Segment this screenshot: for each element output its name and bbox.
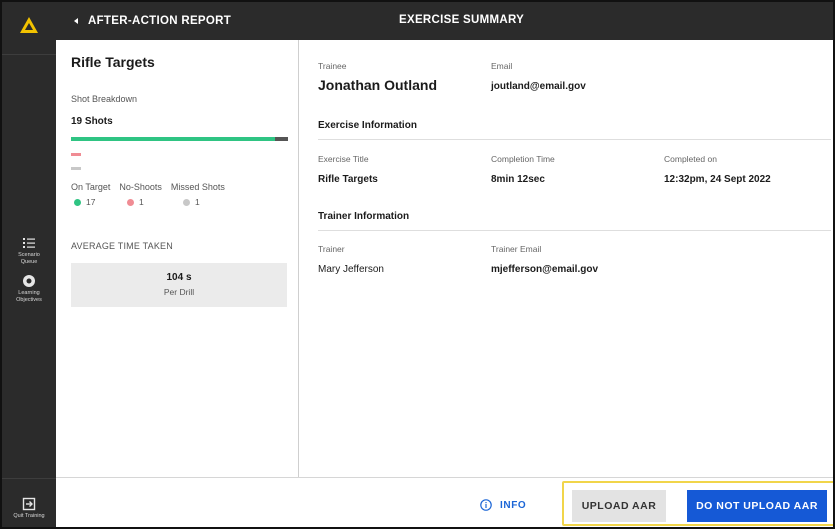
- no-shoots-swatch: [71, 153, 81, 156]
- no-shoots-dot: [127, 198, 134, 206]
- exit-icon: [22, 497, 36, 511]
- panel-title: Rifle Targets: [71, 54, 155, 70]
- trainer-value: Mary Jefferson: [318, 264, 384, 275]
- on-target-value: 17: [74, 197, 95, 207]
- total-shots: 19 Shots: [71, 116, 113, 127]
- side-rail: Scenario Queue Learning Objectives Quit …: [2, 2, 56, 527]
- on-target-count: 17: [86, 197, 96, 207]
- exercise-title-label: Exercise Title: [318, 154, 369, 164]
- exercise-title-value: Rifle Targets: [318, 174, 378, 185]
- completion-time-value: 8min 12sec: [491, 174, 545, 185]
- app-window: Scenario Queue Learning Objectives Quit …: [0, 0, 835, 529]
- on-target-label: On Target: [71, 182, 111, 192]
- quit-training-label: Quit Training: [13, 513, 45, 519]
- info-label: INFO: [500, 499, 527, 511]
- average-time-label: AVERAGE TIME TAKEN: [71, 241, 173, 251]
- rail-item-label: Objectives: [16, 296, 42, 303]
- rail-divider: [2, 478, 56, 479]
- missed-swatch: [71, 167, 81, 170]
- rail-divider: [2, 54, 56, 55]
- email-value: joutland@email.gov: [491, 81, 586, 92]
- trainer-info-heading: Trainer Information: [318, 211, 410, 222]
- back-to-aar-button[interactable]: AFTER-ACTION REPORT: [72, 13, 231, 29]
- exercise-details: Trainee Jonathan Outland Email joutland@…: [300, 40, 833, 477]
- missed-count: 1: [195, 197, 200, 207]
- rail-item-learning-objectives[interactable]: Learning Objectives: [2, 274, 56, 303]
- shot-progress-bar: [71, 137, 288, 141]
- quit-training-button[interactable]: Quit Training: [2, 497, 56, 520]
- list-icon: [23, 238, 35, 248]
- no-shoots-label: No-Shoots: [119, 182, 162, 192]
- completion-time-label: Completion Time: [491, 154, 555, 164]
- info-button[interactable]: INFO: [480, 499, 526, 511]
- back-label: AFTER-ACTION REPORT: [88, 15, 232, 27]
- email-label: Email: [491, 61, 513, 71]
- average-time-unit: Per Drill: [163, 287, 195, 297]
- trainer-email-value: mjefferson@email.gov: [491, 264, 599, 275]
- shot-breakdown-label: Shot Breakdown: [71, 94, 138, 104]
- info-icon: [480, 499, 492, 511]
- do-not-upload-aar-button[interactable]: DO NOT UPLOAD AAR: [687, 490, 827, 522]
- trainer-label: Trainer: [318, 244, 345, 254]
- upload-aar-button[interactable]: UPLOAD AAR: [572, 490, 666, 522]
- action-footer: INFO UPLOAD AAR DO NOT UPLOAD AAR: [56, 477, 833, 527]
- trainer-email-label: Trainer Email: [491, 244, 542, 254]
- section-divider: [318, 139, 831, 140]
- missed-dot: [183, 198, 190, 206]
- target-icon: [23, 275, 35, 287]
- on-target-dot: [74, 198, 81, 206]
- trainee-name: Jonathan Outland: [318, 77, 437, 93]
- completed-on-value: 12:32pm, 24 Sept 2022: [664, 174, 771, 185]
- trainee-label: Trainee: [318, 61, 347, 71]
- missed-label: Missed Shots: [170, 182, 225, 192]
- page-title: EXERCISE SUMMARY: [399, 14, 525, 26]
- chevron-left-icon: [74, 18, 78, 24]
- completed-on-label: Completed on: [664, 154, 717, 164]
- rail-item-label: Queue: [20, 258, 38, 265]
- rail-item-scenario-queue[interactable]: Scenario Queue: [2, 236, 56, 265]
- average-time-card: 104 s Per Drill: [71, 263, 287, 307]
- top-bar: AFTER-ACTION REPORT EXERCISE SUMMARY: [56, 2, 833, 40]
- legend-labels: On Target No-Shoots Missed Shots: [71, 182, 234, 192]
- section-divider: [318, 230, 831, 231]
- average-time-value: 104 s: [166, 272, 192, 283]
- no-shoots-count: 1: [139, 197, 144, 207]
- shot-summary-panel: Rifle Targets Shot Breakdown 19 Shots On…: [56, 40, 299, 477]
- no-shoots-value: 1: [127, 197, 144, 207]
- exercise-info-heading: Exercise Information: [318, 120, 417, 131]
- on-target-fill: [71, 137, 275, 141]
- missed-value: 1: [183, 197, 200, 207]
- warning-triangle-icon: [20, 17, 38, 33]
